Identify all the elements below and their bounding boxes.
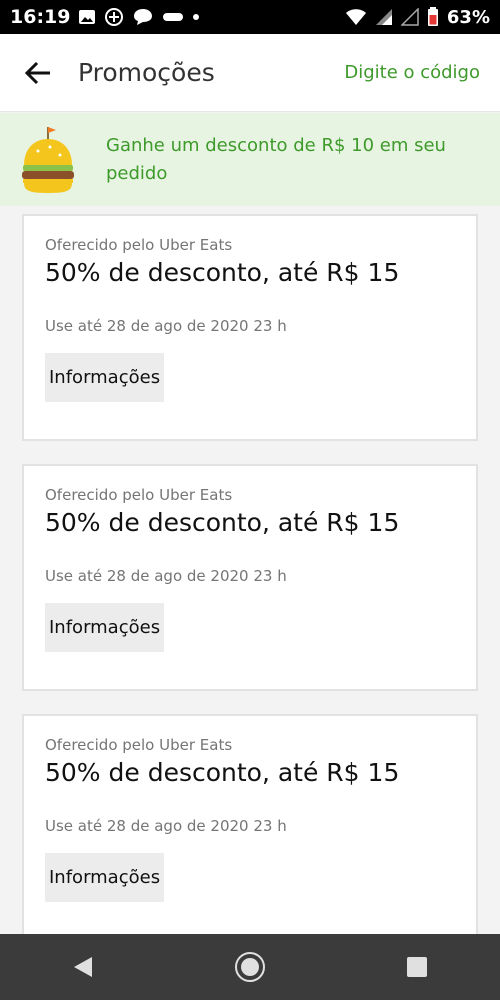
app-bar: Promoções Digite o código: [0, 34, 500, 112]
offer-source: Oferecido pelo Uber Eats: [45, 486, 233, 504]
page-title: Promoções: [78, 58, 215, 87]
nav-back-button[interactable]: [53, 942, 113, 992]
info-button[interactable]: Informações: [45, 353, 165, 402]
status-right: 63%: [345, 7, 490, 28]
app-icon: [162, 10, 184, 24]
offer-card: Oferecido pelo Uber Eats 50% de desconto…: [22, 714, 478, 934]
battery-icon: [427, 7, 439, 27]
chat-icon: [132, 8, 154, 26]
arrow-left-icon: [24, 61, 50, 84]
wifi-icon: [345, 8, 367, 26]
image-icon: [78, 9, 96, 25]
dot-icon: [192, 13, 200, 21]
nav-home-button[interactable]: [220, 942, 280, 992]
promo-banner[interactable]: Ganhe um desconto de R$ 10 em seu pedido: [0, 113, 500, 206]
banner-text: Ganhe um desconto de R$ 10 em seu pedido: [106, 134, 446, 184]
offer-title: 50% de desconto, até R$ 15: [45, 758, 400, 787]
screen: 16:19 63% Promoções Digite o código Ganh…: [0, 0, 500, 1000]
offer-expiry: Use até 28 de ago de 2020 23 h: [45, 567, 287, 585]
offer-list: Oferecido pelo Uber Eats 50% de desconto…: [0, 206, 500, 934]
triangle-back-icon: [74, 957, 93, 977]
offer-title: 50% de desconto, até R$ 15: [45, 258, 400, 287]
signal-icon: [375, 8, 393, 26]
circle-home-icon: [234, 952, 265, 982]
signal-icon-2: [400, 8, 419, 26]
battery-level: 63%: [446, 6, 490, 28]
back-button[interactable]: [20, 55, 56, 91]
nav-recents-button[interactable]: [387, 942, 447, 992]
info-button[interactable]: Informações: [45, 603, 165, 652]
offer-source: Oferecido pelo Uber Eats: [45, 736, 233, 754]
status-time: 16:19: [10, 6, 71, 28]
offer-card: Oferecido pelo Uber Eats 50% de desconto…: [22, 214, 478, 441]
info-button[interactable]: Informações: [45, 853, 165, 902]
status-bar: 16:19 63%: [0, 0, 500, 34]
square-recents-icon: [406, 957, 427, 977]
offer-source: Oferecido pelo Uber Eats: [45, 236, 233, 254]
offer-title: 50% de desconto, até R$ 15: [45, 508, 400, 537]
offer-expiry: Use até 28 de ago de 2020 23 h: [45, 817, 287, 835]
offer-expiry: Use até 28 de ago de 2020 23 h: [45, 317, 287, 335]
status-left: 16:19: [10, 6, 200, 28]
system-nav-bar: [0, 934, 500, 1000]
offer-card: Oferecido pelo Uber Eats 50% de desconto…: [22, 464, 478, 691]
add-circle-icon: [104, 7, 124, 27]
enter-code-link[interactable]: Digite o código: [344, 62, 480, 83]
burger-icon: [22, 126, 74, 193]
